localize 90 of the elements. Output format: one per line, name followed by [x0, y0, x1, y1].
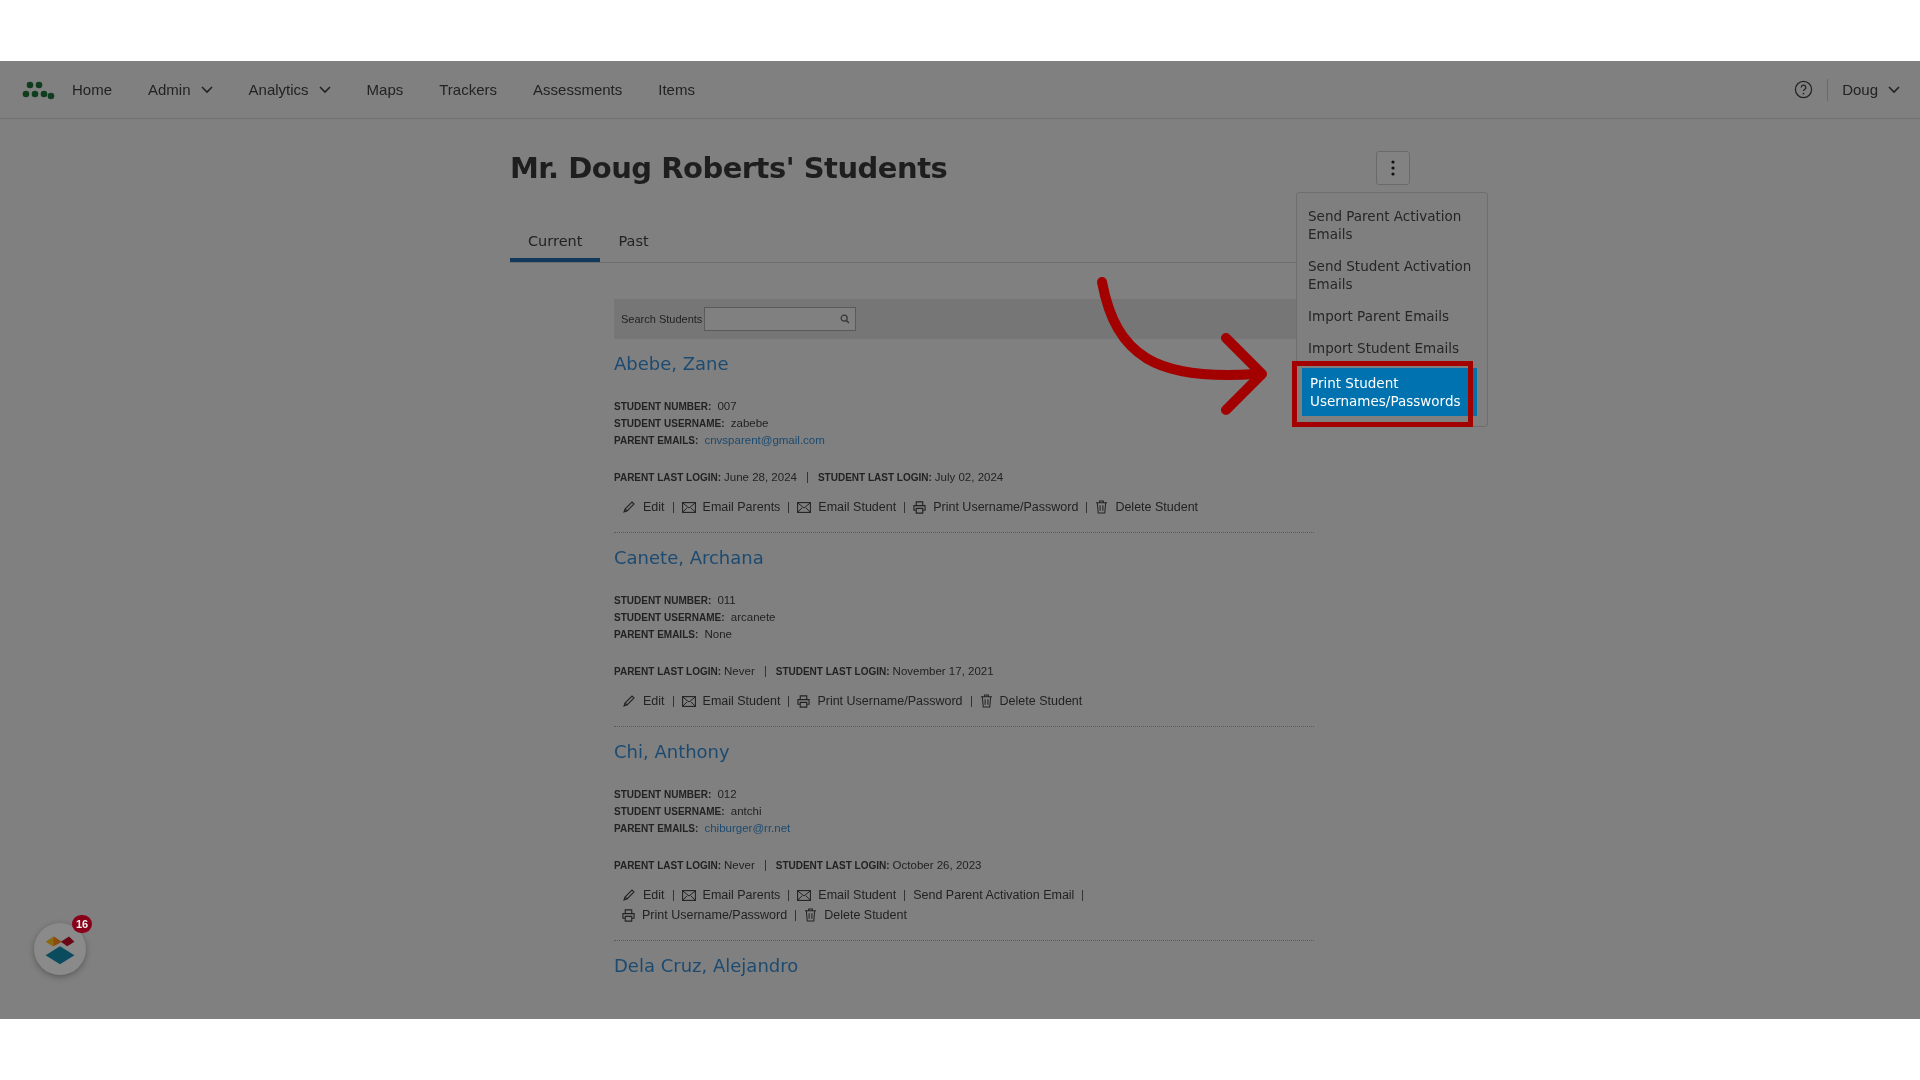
action-link[interactable]: Delete Student: [1087, 500, 1207, 514]
action-link[interactable]: Email Student: [789, 500, 905, 514]
field-value: Never: [724, 859, 755, 871]
field-value: arcanete: [730, 611, 776, 623]
nav-menu-item[interactable]: Admin: [148, 81, 213, 98]
search-label: Search Students: [621, 313, 703, 325]
action-link[interactable]: Delete Student: [971, 694, 1091, 708]
envelope-icon: [681, 695, 696, 707]
field-value: 012: [717, 788, 737, 800]
printer-icon: [913, 500, 927, 514]
action-link[interactable]: Email Parents: [673, 888, 789, 902]
field-label: STUDENT LAST LOGIN:: [817, 471, 932, 483]
dots-logo-icon[interactable]: [22, 79, 56, 100]
menu-item[interactable]: Print Student Usernames/Passwords: [1302, 368, 1477, 416]
printer-icon: [797, 694, 811, 708]
field-value: June 28, 2024: [724, 471, 797, 483]
field-value: antchi: [730, 805, 762, 817]
action-link[interactable]: Edit: [614, 500, 673, 514]
field-value: July 02, 2024: [934, 471, 1004, 483]
envelope-icon: [681, 889, 696, 901]
action-link[interactable]: Edit: [614, 694, 673, 708]
menu-item[interactable]: Import Student Emails: [1297, 332, 1487, 364]
field-value: Never: [724, 665, 755, 677]
field-value: October 26, 2023: [892, 859, 982, 871]
search-field[interactable]: [704, 307, 857, 331]
page-title: Mr. Doug Roberts' Students: [510, 151, 948, 185]
chevron-down-icon: [200, 85, 213, 94]
menu-item[interactable]: Send Parent Activation Emails: [1297, 200, 1487, 250]
field-label: STUDENT NUMBER:: [614, 401, 712, 412]
nav-menu-item[interactable]: Trackers: [439, 81, 498, 98]
field-label: PARENT EMAILS:: [614, 629, 699, 640]
chevron-down-icon: [1888, 85, 1900, 94]
field-value: November 17, 2021: [892, 665, 994, 677]
field-label: STUDENT USERNAME:: [614, 418, 725, 429]
tab[interactable]: Current: [510, 227, 601, 262]
action-link[interactable]: Email Parents: [673, 500, 789, 514]
pencil-icon: [622, 888, 636, 902]
notification-badge: 16: [72, 915, 93, 933]
student-name-link[interactable]: Canete, Archana: [614, 547, 764, 568]
nav-menu-item[interactable]: Items: [658, 81, 695, 98]
email-link[interactable]: chiburger@rr.net: [704, 822, 791, 834]
field-value: zabebe: [730, 417, 769, 429]
envelope-icon: [797, 889, 812, 901]
trash-icon: [979, 694, 993, 708]
envelope-icon: [681, 501, 696, 513]
field-value: None: [704, 628, 732, 640]
envelope-icon: [797, 501, 812, 513]
field-label: STUDENT NUMBER:: [614, 789, 712, 800]
printer-icon: [622, 908, 635, 922]
action-link[interactable]: Delete Student: [796, 908, 915, 922]
help-icon[interactable]: [1794, 80, 1814, 99]
action-link[interactable]: Email Student: [673, 694, 789, 708]
tab[interactable]: Past: [600, 227, 667, 262]
nav-menu-item[interactable]: Assessments: [533, 81, 623, 98]
student-name-link[interactable]: Abebe, Zane: [614, 353, 729, 374]
trash-icon: [1095, 500, 1109, 514]
field-label: STUDENT USERNAME:: [614, 806, 725, 817]
field-label: STUDENT LAST LOGIN:: [775, 859, 890, 871]
action-link[interactable]: Edit: [614, 888, 673, 902]
field-label: PARENT EMAILS:: [614, 435, 699, 446]
action-link[interactable]: Email Student: [789, 888, 905, 902]
more-options-button[interactable]: [1376, 151, 1410, 185]
action-link[interactable]: Print Username/Password: [789, 694, 971, 708]
student-name-link[interactable]: Chi, Anthony: [614, 741, 730, 762]
trash-icon: [804, 908, 818, 922]
email-link[interactable]: cnvsparent@gmail.com: [704, 434, 825, 446]
nav-menu-item[interactable]: Analytics: [248, 81, 331, 98]
user-menu[interactable]: Doug: [1842, 81, 1900, 98]
menu-item[interactable]: Send Student Activation Emails: [1297, 250, 1487, 300]
action-link[interactable]: Print Username/Password: [614, 908, 796, 922]
field-value: 007: [717, 400, 737, 412]
kebab-icon: [1391, 160, 1395, 176]
action-link[interactable]: Print Username/Password: [905, 500, 1087, 514]
pencil-icon: [622, 694, 636, 708]
field-label: PARENT EMAILS:: [614, 823, 699, 834]
field-label: PARENT LAST LOGIN:: [614, 859, 722, 871]
field-label: STUDENT USERNAME:: [614, 612, 725, 623]
field-label: PARENT LAST LOGIN:: [614, 471, 722, 483]
field-label: PARENT LAST LOGIN:: [614, 665, 722, 677]
field-label: STUDENT NUMBER:: [614, 595, 712, 606]
field-label: STUDENT LAST LOGIN:: [775, 665, 890, 677]
nav-menu-item[interactable]: Maps: [366, 81, 404, 98]
field-value: 011: [717, 594, 736, 606]
search-icon: [840, 314, 851, 324]
menu-item[interactable]: Import Parent Emails: [1297, 300, 1487, 332]
nav-menu-item[interactable]: Home: [72, 81, 112, 98]
action-link[interactable]: Send Parent Activation Email: [905, 888, 1083, 902]
pencil-icon: [622, 500, 636, 514]
chevron-down-icon: [318, 85, 331, 94]
student-name-link[interactable]: Dela Cruz, Alejandro: [614, 955, 799, 976]
